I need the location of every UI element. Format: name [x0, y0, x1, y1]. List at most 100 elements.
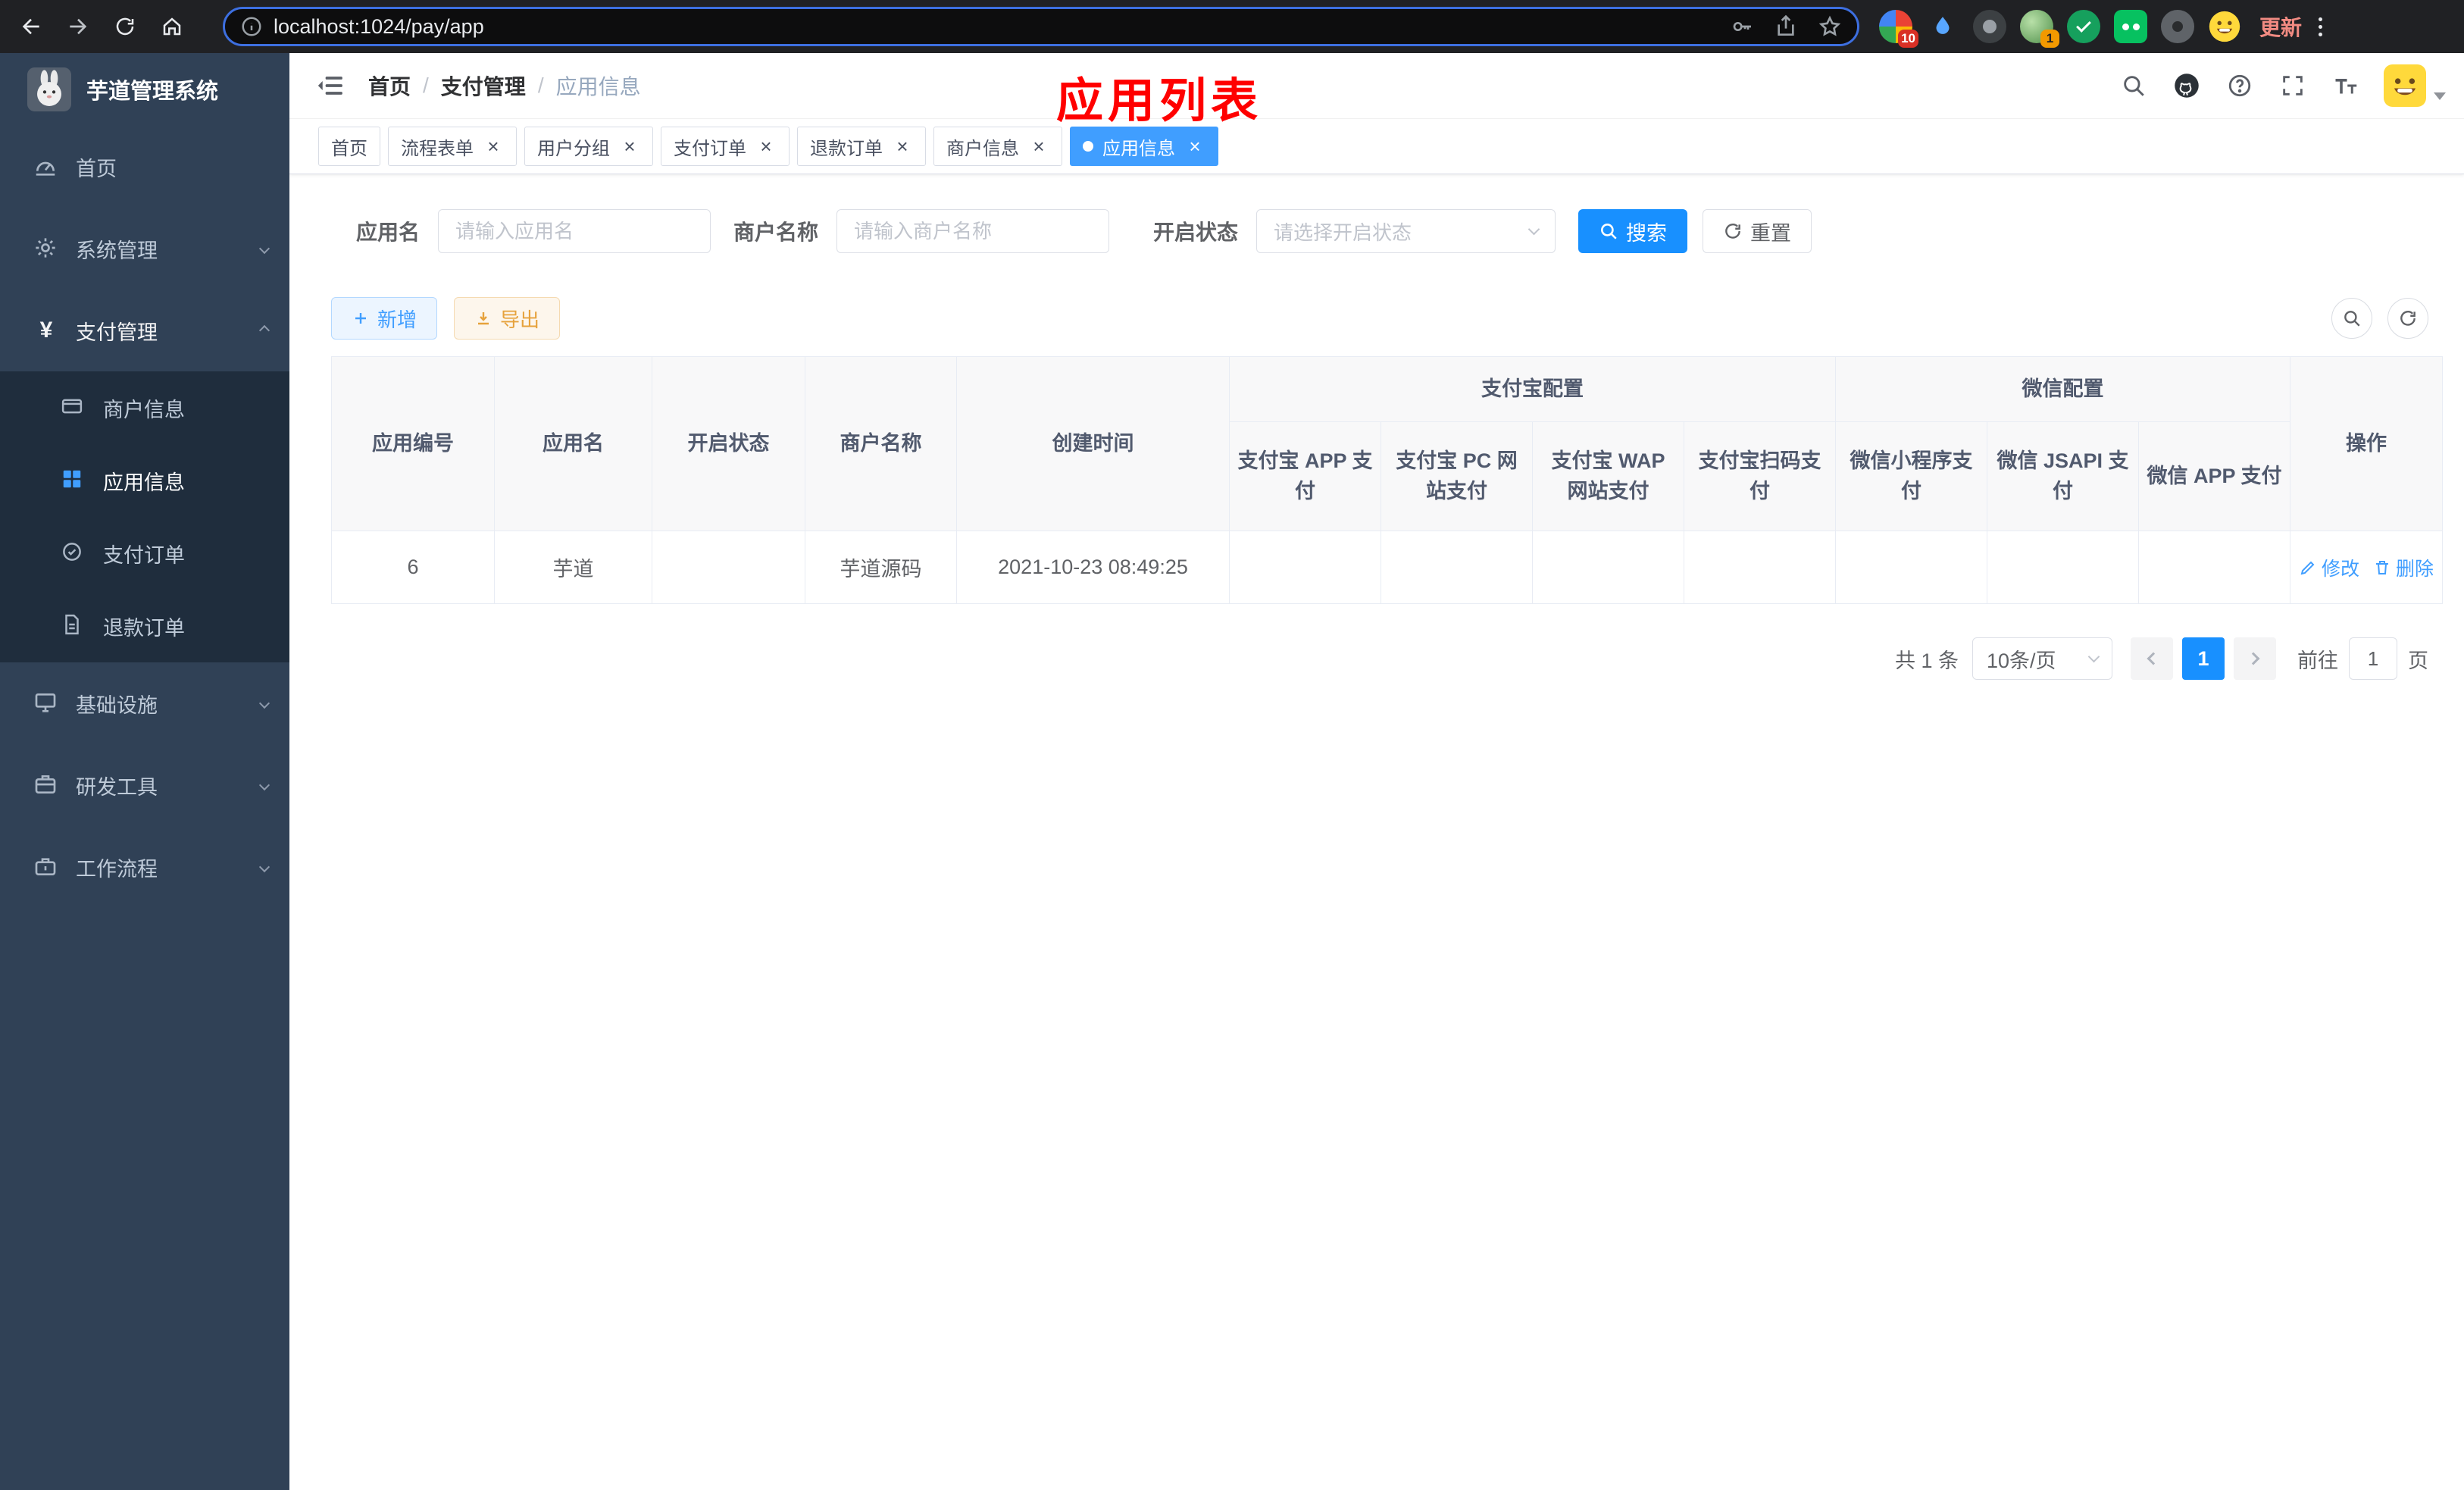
export-button[interactable]: 导出	[454, 297, 561, 340]
data-table: 应用编号 应用名 开启状态 商户名称 创建时间 支付宝配置 微信配置 操作 支付…	[331, 356, 2444, 604]
goto-suffix: 页	[2408, 649, 2428, 672]
toggle-search-button[interactable]	[2331, 298, 2372, 339]
sidebar-item-infrastructure[interactable]: 基础设施	[0, 662, 289, 744]
sidebar-item-refund-orders[interactable]: 退款订单	[0, 590, 289, 662]
add-button[interactable]: 新增	[331, 297, 438, 340]
sidebar-item-app-info[interactable]: 应用信息	[0, 444, 289, 517]
sidebar-item-merchant-info[interactable]: 商户信息	[0, 371, 289, 444]
tab-merchant-info[interactable]: 商户信息 ×	[933, 127, 1062, 166]
extension-green-check-icon[interactable]	[2067, 10, 2100, 43]
github-icon[interactable]	[2172, 70, 2202, 101]
goto-label: 前往	[2297, 649, 2338, 672]
password-key-icon[interactable]	[1730, 14, 1754, 39]
user-menu[interactable]	[2384, 64, 2446, 107]
reset-button[interactable]: 重置	[1703, 209, 1812, 253]
avatar[interactable]	[2384, 64, 2426, 107]
breadcrumb-current: 应用信息	[555, 75, 641, 99]
close-tab-icon[interactable]: ×	[483, 136, 504, 157]
reload-button[interactable]	[108, 9, 142, 44]
col-header-action: 操作	[2290, 356, 2444, 531]
close-tab-icon[interactable]: ×	[1028, 136, 1049, 157]
tab-process-form[interactable]: 流程表单 ×	[388, 127, 517, 166]
sidebar-item-workflow[interactable]: 工作流程	[0, 826, 289, 908]
extension-colorwheel-icon[interactable]: 10	[1879, 10, 1918, 48]
chevron-up-icon	[258, 324, 270, 337]
merchant-name-label: 商户名称	[733, 221, 819, 244]
breadcrumb-home[interactable]: 首页	[368, 70, 411, 101]
page-size-label: 10条/页	[1987, 649, 2056, 672]
browser-avatar-icon[interactable]	[2208, 10, 2241, 43]
circle-check-icon	[61, 540, 86, 566]
goto-page-input[interactable]	[2349, 637, 2397, 680]
sidebar-item-home[interactable]: 首页	[0, 126, 289, 208]
sidebar-item-payment[interactable]: ¥ 支付管理	[0, 290, 289, 371]
edit-link[interactable]: 修改	[2299, 554, 2359, 581]
tab-label: 退款订单	[810, 138, 883, 159]
extension-drop-icon[interactable]	[1926, 10, 1959, 43]
close-tab-icon[interactable]: ×	[892, 136, 913, 157]
plus-icon	[355, 313, 366, 324]
delete-link[interactable]: 删除	[2373, 554, 2434, 581]
active-tab-dot	[1083, 141, 1093, 152]
breadcrumb-separator: /	[537, 74, 544, 97]
browser-update-button[interactable]: 更新	[2259, 11, 2302, 42]
tab-label: 用户分组	[537, 138, 610, 159]
forward-button[interactable]	[61, 9, 95, 44]
sidebar-item-system[interactable]: 系统管理	[0, 208, 289, 290]
refresh-icon	[1725, 224, 1740, 239]
back-button[interactable]	[14, 9, 48, 44]
merchant-name-input[interactable]	[836, 209, 1110, 253]
tab-pay-orders[interactable]: 支付订单 ×	[661, 127, 790, 166]
extension-pin-icon[interactable]	[2161, 10, 2194, 43]
sidebar-item-label: 应用信息	[103, 471, 185, 494]
page-size-select[interactable]: 10条/页	[1972, 637, 2112, 680]
address-bar[interactable]: localhost:1024/pay/app	[223, 7, 1859, 46]
app-name-input[interactable]	[438, 209, 711, 253]
status-select[interactable]: 请选择开启状态	[1256, 209, 1556, 253]
refresh-table-button[interactable]	[2387, 298, 2428, 339]
sidebar-item-pay-orders[interactable]: 支付订单	[0, 517, 289, 590]
extension-badge: 10	[1898, 30, 1918, 48]
tags-bar: 首页 流程表单 × 用户分组 × 支付订单 × 退款订单 × 商户信息 × 应用…	[289, 118, 2464, 174]
extension-dark-icon[interactable]	[1973, 10, 2006, 43]
search-icon	[2344, 311, 2360, 327]
tab-home[interactable]: 首页	[318, 127, 380, 166]
edit-link-label: 修改	[2322, 558, 2360, 580]
close-tab-icon[interactable]: ×	[1184, 136, 1205, 157]
sidebar-item-dev-tools[interactable]: 研发工具	[0, 744, 289, 826]
sidebar-logo: 芋道管理系统	[0, 53, 289, 126]
col-header-alipay-pc: 支付宝 PC 网站支付	[1381, 421, 1533, 531]
reset-button-label: 重置	[1750, 221, 1792, 245]
browser-menu-button[interactable]	[2314, 13, 2327, 41]
chevron-right-icon	[2247, 652, 2260, 665]
tab-refund-orders[interactable]: 退款订单 ×	[797, 127, 926, 166]
prev-page-button[interactable]	[2131, 637, 2173, 680]
extension-wechat-icon[interactable]	[2114, 10, 2147, 43]
search-button[interactable]: 搜索	[1578, 209, 1688, 253]
site-info-icon[interactable]	[240, 15, 263, 38]
app-name-label: 应用名	[356, 221, 421, 244]
sidebar-item-label: 退款订单	[103, 616, 185, 640]
home-button[interactable]	[155, 9, 189, 44]
close-tab-icon[interactable]: ×	[619, 136, 640, 157]
pencil-icon	[2300, 561, 2315, 574]
download-icon	[478, 312, 489, 325]
back-icon	[22, 18, 39, 35]
tab-app-info[interactable]: 应用信息 ×	[1070, 127, 1218, 166]
bookmark-star-icon[interactable]	[1818, 14, 1842, 39]
delete-link-label: 删除	[2396, 558, 2434, 580]
fullscreen-icon[interactable]	[2278, 70, 2308, 101]
tab-user-group[interactable]: 用户分组 ×	[524, 127, 653, 166]
font-size-icon[interactable]	[2331, 70, 2361, 101]
col-header-merchant-name: 商户名称	[805, 356, 957, 531]
next-page-button[interactable]	[2234, 637, 2276, 680]
page-1-button[interactable]: 1	[2182, 637, 2225, 680]
close-tab-icon[interactable]: ×	[755, 136, 777, 157]
search-icon[interactable]	[2118, 70, 2149, 101]
share-icon[interactable]	[1774, 14, 1798, 39]
page-annotation: 应用列表	[1056, 75, 1263, 127]
help-icon[interactable]	[2225, 70, 2255, 101]
breadcrumb-payment[interactable]: 支付管理	[441, 70, 526, 101]
sidebar-toggle-button[interactable]	[315, 70, 346, 101]
extension-profile-icon[interactable]: 1	[2020, 10, 2059, 48]
